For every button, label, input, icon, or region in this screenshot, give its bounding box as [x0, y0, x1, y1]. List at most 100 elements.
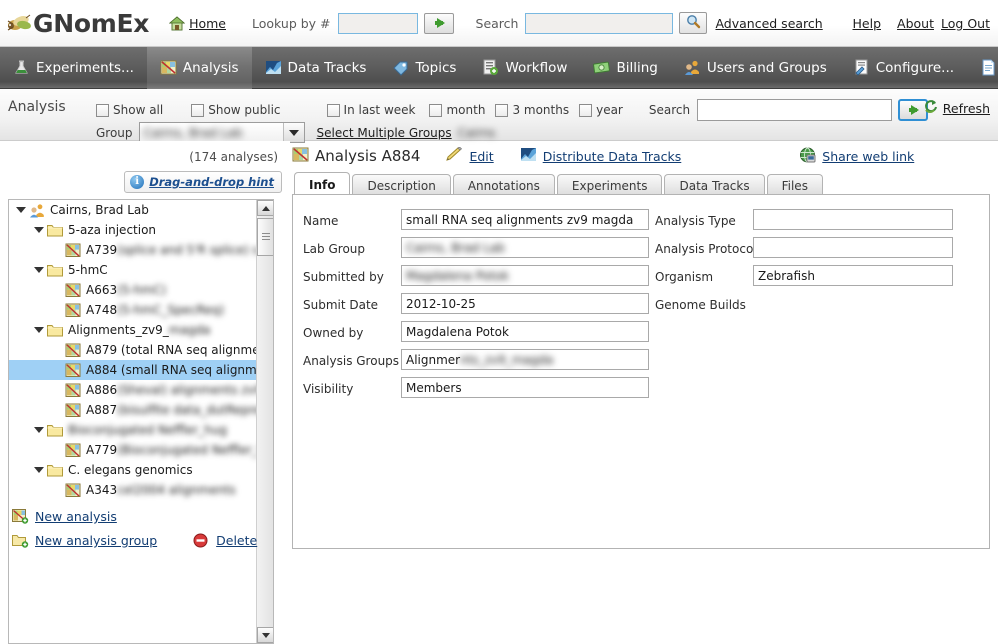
search-button[interactable]	[679, 12, 708, 34]
tree-expander-icon[interactable]	[31, 467, 47, 473]
tree-node[interactable]: A739 (splice and 5'R splice) s	[9, 240, 257, 260]
checkbox-box[interactable]	[96, 103, 109, 117]
tree-node[interactable]: A343 cel2004 alignments	[9, 480, 257, 500]
chevron-down-icon[interactable]	[282, 123, 304, 142]
tree-expander-icon[interactable]	[31, 327, 47, 333]
tree-node-selected[interactable]: A884 (small RNA seq alignments	[9, 360, 257, 380]
tree-node[interactable]: A663 (5-hmC)	[9, 280, 257, 300]
tab-info[interactable]: Info	[294, 172, 351, 196]
nav-item-configure[interactable]: Configure...	[840, 47, 967, 89]
nav-item-experiments[interactable]: Experiments...	[0, 47, 147, 89]
search-input[interactable]	[525, 12, 674, 34]
logout-link[interactable]: Log Out	[941, 16, 990, 31]
drag-and-drop-hint-button[interactable]: i Drag-and-drop hint	[124, 171, 282, 193]
nav-item-workflow[interactable]: Workflow	[469, 47, 580, 89]
analysis-icon	[65, 403, 82, 418]
analysis-tree[interactable]: Cairns, Brad Lab 5-aza injection A739 (spl…	[8, 199, 274, 644]
scroll-down-button[interactable]	[257, 627, 273, 643]
magnifier-icon	[686, 14, 701, 32]
refresh-button[interactable]: Refresh	[923, 99, 990, 117]
tree-node[interactable]: Alignments_zv9_ magda	[9, 320, 257, 340]
field-value-organism[interactable]: Zebrafish	[753, 265, 953, 286]
checkbox-box[interactable]	[429, 103, 443, 117]
new-analysis-button[interactable]: New analysis	[12, 509, 257, 524]
nav-item-data-tracks[interactable]: Data Tracks	[252, 47, 380, 89]
checkbox-year[interactable]: year	[579, 103, 623, 117]
help-link[interactable]: Help	[853, 16, 882, 31]
checkbox-box[interactable]	[191, 103, 205, 117]
analysis-tree-content: Cairns, Brad Lab 5-aza injection A739 (spl…	[9, 200, 257, 643]
field-value-submit-date[interactable]: 2012-10-25	[401, 293, 649, 314]
tree-node[interactable]: A748 (5-hmC_SpecReq)	[9, 300, 257, 320]
scroll-thumb[interactable]	[257, 218, 273, 256]
new-analysis-group-label[interactable]: New analysis group	[35, 533, 157, 548]
checkbox-show-all[interactable]: Show all	[96, 103, 163, 117]
tree-node-label-redacted: (5-hmC_SpecReq)	[117, 303, 225, 317]
tab-files[interactable]: Files	[766, 174, 823, 196]
distribute-label[interactable]: Distribute Data Tracks	[543, 149, 682, 164]
refresh-label[interactable]: Refresh	[943, 101, 990, 116]
tree-node[interactable]: Bioconjugated Neffler_hug	[9, 420, 257, 440]
field-value-owned-by[interactable]: Magdalena Potok	[401, 321, 649, 342]
checkbox-box[interactable]	[495, 103, 509, 117]
field-value-name[interactable]: small RNA seq alignments zv9 magda	[401, 209, 649, 230]
tree-node[interactable]: A879 (total RNA seq alignments	[9, 340, 257, 360]
scroll-up-button[interactable]	[257, 200, 273, 216]
tree-node-label: C. elegans genomics	[68, 463, 193, 477]
advanced-search-link[interactable]: Advanced search	[715, 16, 822, 31]
brand-logo[interactable]: GNomEx	[6, 9, 149, 38]
tree-node[interactable]: A886 (Sheval) alignments zv9 m	[9, 380, 257, 400]
tree-expander-icon[interactable]	[31, 227, 47, 233]
share-label[interactable]: Share web link	[822, 149, 914, 164]
tab-experiments[interactable]: Experiments	[556, 174, 663, 196]
lookup-input[interactable]	[337, 12, 418, 34]
field-label: Owned by	[303, 326, 364, 340]
tab-description[interactable]: Description	[352, 174, 451, 196]
toolbar-search-input[interactable]	[697, 99, 893, 121]
distribute-data-tracks-button[interactable]: Distribute Data Tracks	[520, 147, 682, 165]
delete-label[interactable]: Delete	[216, 533, 257, 548]
tree-expander-icon[interactable]	[31, 267, 47, 273]
about-link[interactable]: About	[897, 16, 934, 31]
new-analysis-label[interactable]: New analysis	[35, 509, 117, 524]
nav-item-users-and-groups[interactable]: Users and Groups	[671, 47, 840, 89]
field-value-analysis-protocol[interactable]	[753, 237, 953, 258]
checkbox-show-public[interactable]: Show public	[191, 103, 281, 117]
tree-expander-icon[interactable]	[31, 427, 47, 433]
checkbox-box[interactable]	[579, 103, 593, 117]
tree-node[interactable]: 5-hmC	[9, 260, 257, 280]
field-value-analysis-groups[interactable]: Alignmer nts_zv9_magda	[401, 349, 649, 370]
tree-expander-icon[interactable]	[13, 207, 29, 213]
edit-button[interactable]: Edit	[446, 146, 494, 165]
delete-button[interactable]: Delete	[193, 533, 257, 548]
tree-node[interactable]: 5-aza injection	[9, 220, 257, 240]
nav-item-billing[interactable]: Billing	[580, 47, 670, 89]
tab-data-tracks[interactable]: Data Tracks	[664, 174, 765, 196]
nav-item-topics[interactable]: Topics	[379, 47, 469, 89]
checkbox-box[interactable]	[326, 103, 340, 117]
select-multiple-groups-link[interactable]: Select Multiple Groups	[317, 126, 452, 140]
folder-icon	[47, 263, 64, 278]
tree-node[interactable]: A887 (bisulfite data_dutRepressed	[9, 400, 257, 420]
tree-scrollbar[interactable]	[256, 200, 273, 643]
folder-icon	[47, 463, 64, 478]
tree-node[interactable]: A779 (Bioconjugated Neffler_hug	[9, 440, 257, 460]
group-combobox[interactable]: Cairns, Brad Lab	[138, 122, 305, 143]
field-value-lab-group[interactable]: Cairns, Brad Lab	[401, 237, 649, 258]
checkbox-month[interactable]: month	[429, 103, 485, 117]
field-value-analysis-type[interactable]	[753, 209, 953, 230]
home-link[interactable]: Home	[189, 16, 226, 31]
nav-item-reports[interactable]: Reports...	[967, 47, 998, 89]
checkbox-3-months[interactable]: 3 months	[495, 103, 569, 117]
field-value-visibility[interactable]: Members	[401, 377, 649, 398]
edit-label[interactable]: Edit	[469, 149, 493, 164]
field-value-submitted-by[interactable]: Magdalena Potok	[401, 265, 649, 286]
tree-node[interactable]: Cairns, Brad Lab	[9, 200, 257, 220]
tab-annotations[interactable]: Annotations	[452, 174, 555, 196]
checkbox-in-last-week[interactable]: In last week	[326, 103, 415, 117]
tree-node[interactable]: C. elegans genomics	[9, 460, 257, 480]
lookup-go-button[interactable]	[423, 12, 454, 34]
new-analysis-group-button[interactable]: New analysis group	[12, 533, 157, 548]
nav-item-analysis[interactable]: Analysis	[146, 46, 252, 89]
share-web-link-button[interactable]: Share web link	[799, 147, 914, 166]
